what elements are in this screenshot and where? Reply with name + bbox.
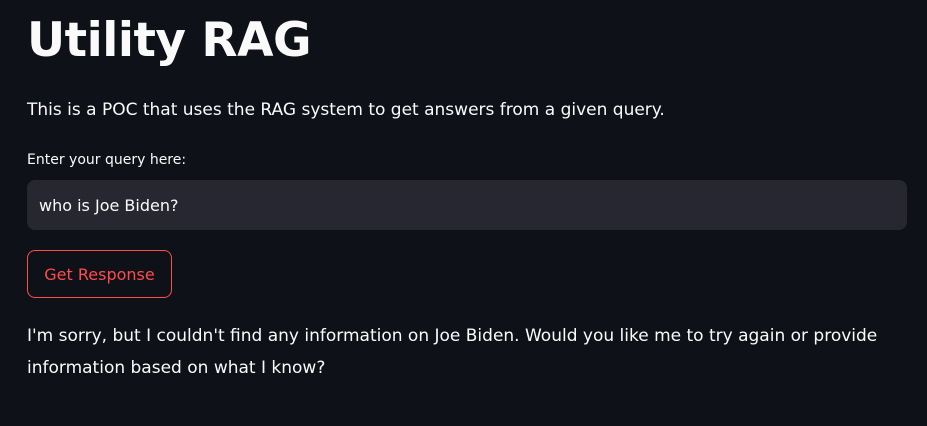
query-label: Enter your query here: (27, 152, 187, 168)
page-description: This is a POC that uses the RAG system t… (27, 100, 665, 120)
get-response-button[interactable]: Get Response (27, 250, 172, 298)
query-input[interactable] (27, 180, 907, 230)
page-title: Utility RAG (27, 13, 312, 68)
response-text: I'm sorry, but I couldn't find any infor… (27, 326, 878, 378)
